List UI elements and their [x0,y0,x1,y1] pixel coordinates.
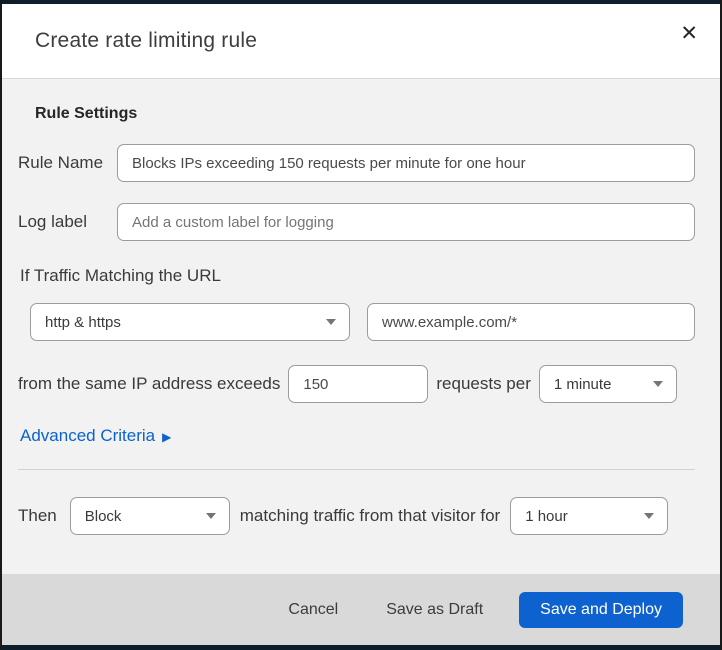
period-select[interactable]: 1 minute [538,365,677,403]
advanced-criteria-label: Advanced Criteria [20,426,156,445]
rule-name-input[interactable] [117,144,695,182]
threshold-row: from the same IP address exceeds request… [18,365,695,403]
rule-name-row: Rule Name [18,144,695,182]
log-label-label: Log label [18,212,88,231]
period-selected-value: 1 minute [553,375,612,393]
chevron-down-icon [326,319,336,325]
section-divider [18,469,695,470]
dialog-footer: Cancel Save as Draft Save and Deploy [2,574,720,645]
threshold-input[interactable] [288,365,429,403]
save-as-draft-button[interactable]: Save as Draft [382,595,487,625]
then-label: Then [18,506,57,525]
traffic-match-intro: If Traffic Matching the URL [20,266,221,285]
dialog-body: Rule Settings Rule Name Log label If Tra… [2,79,720,574]
chevron-down-icon [644,513,655,519]
threshold-input-wrap [288,365,429,403]
close-icon: ✕ [680,22,698,45]
rule-name-label: Rule Name [18,153,104,172]
url-pattern-input[interactable] [367,303,695,341]
close-button[interactable]: ✕ [674,17,704,50]
log-label-input[interactable] [117,203,695,241]
action-select[interactable]: Block [69,497,230,535]
save-and-deploy-button[interactable]: Save and Deploy [519,591,683,628]
url-input-wrap [367,303,695,341]
advanced-criteria-link[interactable]: Advanced Criteria ▶ [20,426,171,446]
scheme-select[interactable]: http & https [30,303,350,341]
create-rate-limiting-rule-dialog: Create rate limiting rule ✕ Rule Setting… [2,4,720,645]
duration-select[interactable]: 1 hour [510,497,669,535]
rule-settings-heading: Rule Settings [35,105,138,122]
traffic-match-row: http & https [18,303,695,341]
action-selected-value: Block [84,507,122,525]
chevron-down-icon [205,513,216,519]
scheme-selected-value: http & https [45,313,121,331]
cancel-button[interactable]: Cancel [284,595,342,625]
log-label-row: Log label [18,203,695,241]
chevron-right-icon: ▶ [162,430,172,444]
page-background: Create rate limiting rule ✕ Rule Setting… [0,0,722,650]
dialog-header: Create rate limiting rule ✕ [2,4,720,79]
action-middle-text: matching traffic from that visitor for [239,506,501,525]
threshold-suffix-text: requests per [436,374,531,393]
chevron-down-icon [652,381,663,387]
action-row: Then Block matching traffic from that vi… [18,497,695,535]
threshold-prefix-text: from the same IP address exceeds [18,374,281,393]
duration-selected-value: 1 hour [525,507,568,525]
dialog-title: Create rate limiting rule [35,29,258,52]
